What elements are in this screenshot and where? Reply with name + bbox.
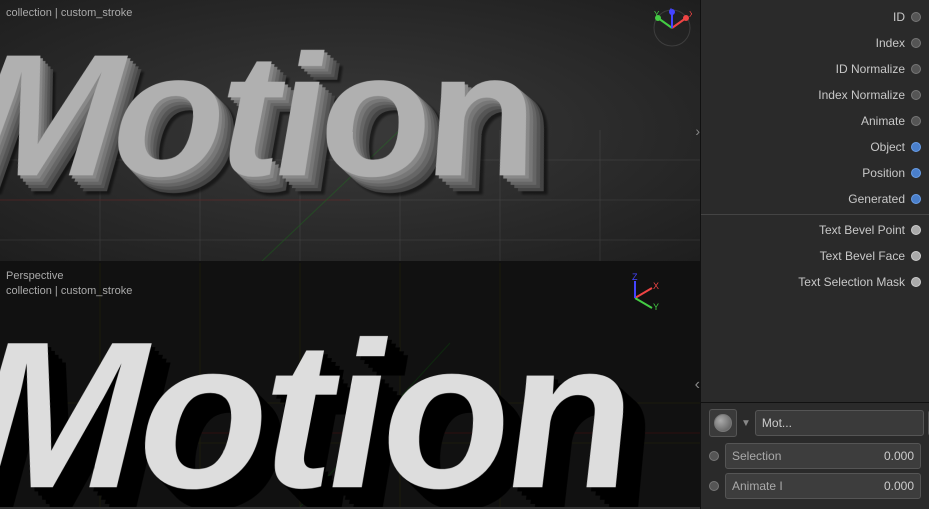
prop-row-animate[interactable]: Animate xyxy=(701,108,929,134)
prop-row-position[interactable]: Position xyxy=(701,160,929,186)
animate-row: Animate I 0.000 xyxy=(709,473,921,499)
prop-label-object: Object xyxy=(701,140,905,154)
prop-row-object[interactable]: Object xyxy=(701,134,929,160)
prop-dot-generated xyxy=(911,194,921,204)
3d-text-top: Motion xyxy=(0,20,550,221)
prop-label-index-normalize: Index Normalize xyxy=(701,88,905,102)
svg-text:Z: Z xyxy=(669,8,674,13)
selection-field[interactable]: Selection 0.000 xyxy=(725,443,921,469)
prop-row-text-bevel-point[interactable]: Text Bevel Point xyxy=(701,217,929,243)
prop-dot-id xyxy=(911,12,921,22)
ctrl-row1: ▼ ✓ xyxy=(709,409,921,437)
prop-row-index-normalize[interactable]: Index Normalize xyxy=(701,82,929,108)
prop-row-generated[interactable]: Generated xyxy=(701,186,929,212)
svg-text:X: X xyxy=(689,10,692,19)
bottom-controls: ▼ ✓ Selection 0.000 Animate I 0.000 xyxy=(701,402,929,509)
prop-dot-position xyxy=(911,168,921,178)
name-field[interactable] xyxy=(755,410,924,436)
prop-label-position: Position xyxy=(701,166,905,180)
right-panel: ID Index ID Normalize Index Normalize An… xyxy=(700,0,929,509)
axis-widget-top: X Y Z xyxy=(652,8,692,48)
3d-text-bottom: Motion xyxy=(0,298,640,507)
prop-row-id[interactable]: ID xyxy=(701,4,929,30)
svg-text:Y: Y xyxy=(653,302,659,312)
prop-dot-text-selection-mask xyxy=(911,277,921,287)
viewport-bottom[interactable]: Motion Perspective collection | custom_s… xyxy=(0,263,700,507)
prop-row-text-bevel-face[interactable]: Text Bevel Face xyxy=(701,243,929,269)
divider-arrow-bottom[interactable]: ‹ xyxy=(695,376,700,394)
prop-label-text-bevel-point: Text Bevel Point xyxy=(701,223,905,237)
selection-label: Selection xyxy=(732,449,781,463)
prop-label-animate: Animate xyxy=(701,114,905,128)
prop-dot-id-normalize xyxy=(911,64,921,74)
sphere-icon xyxy=(714,414,732,432)
prop-dot-text-bevel-face xyxy=(911,251,921,261)
prop-dot-index-normalize xyxy=(911,90,921,100)
animate-dot xyxy=(709,481,719,491)
panel-divider-1 xyxy=(701,214,929,215)
prop-label-id: ID xyxy=(701,10,905,24)
prop-label-id-normalize: ID Normalize xyxy=(701,62,905,76)
animate-field[interactable]: Animate I 0.000 xyxy=(725,473,921,499)
prop-dot-text-bevel-point xyxy=(911,225,921,235)
selection-dot xyxy=(709,451,719,461)
prop-label-generated: Generated xyxy=(701,192,905,206)
properties-list: ID Index ID Normalize Index Normalize An… xyxy=(701,0,929,402)
prop-label-text-bevel-face: Text Bevel Face xyxy=(701,249,905,263)
prop-label-text-selection-mask: Text Selection Mask xyxy=(701,275,905,289)
svg-text:Z: Z xyxy=(632,273,638,282)
prop-row-text-selection-mask[interactable]: Text Selection Mask xyxy=(701,269,929,295)
animate-value: 0.000 xyxy=(884,479,914,493)
animate-label: Animate I xyxy=(732,479,783,493)
prop-label-index: Index xyxy=(701,36,905,50)
prop-row-index[interactable]: Index xyxy=(701,30,929,56)
prop-dot-index xyxy=(911,38,921,48)
selection-value: 0.000 xyxy=(884,449,914,463)
viewport-bottom-label: Perspective collection | custom_stroke xyxy=(6,269,132,300)
prop-dot-animate xyxy=(911,116,921,126)
prop-row-id-normalize[interactable]: ID Normalize xyxy=(701,56,929,82)
axis-indicator-bottom: X Y Z xyxy=(610,273,660,326)
sphere-button[interactable] xyxy=(709,409,737,437)
viewport-top[interactable]: Motion collection | custom_stroke X Y Z … xyxy=(0,0,700,263)
svg-text:X: X xyxy=(653,281,659,291)
prop-dot-object xyxy=(911,142,921,152)
divider-arrow-top[interactable]: › xyxy=(695,123,700,139)
selection-row: Selection 0.000 xyxy=(709,443,921,469)
viewport-area[interactable]: Motion collection | custom_stroke X Y Z … xyxy=(0,0,700,509)
svg-text:Y: Y xyxy=(654,10,660,19)
dropdown-arrow[interactable]: ▼ xyxy=(741,418,751,429)
